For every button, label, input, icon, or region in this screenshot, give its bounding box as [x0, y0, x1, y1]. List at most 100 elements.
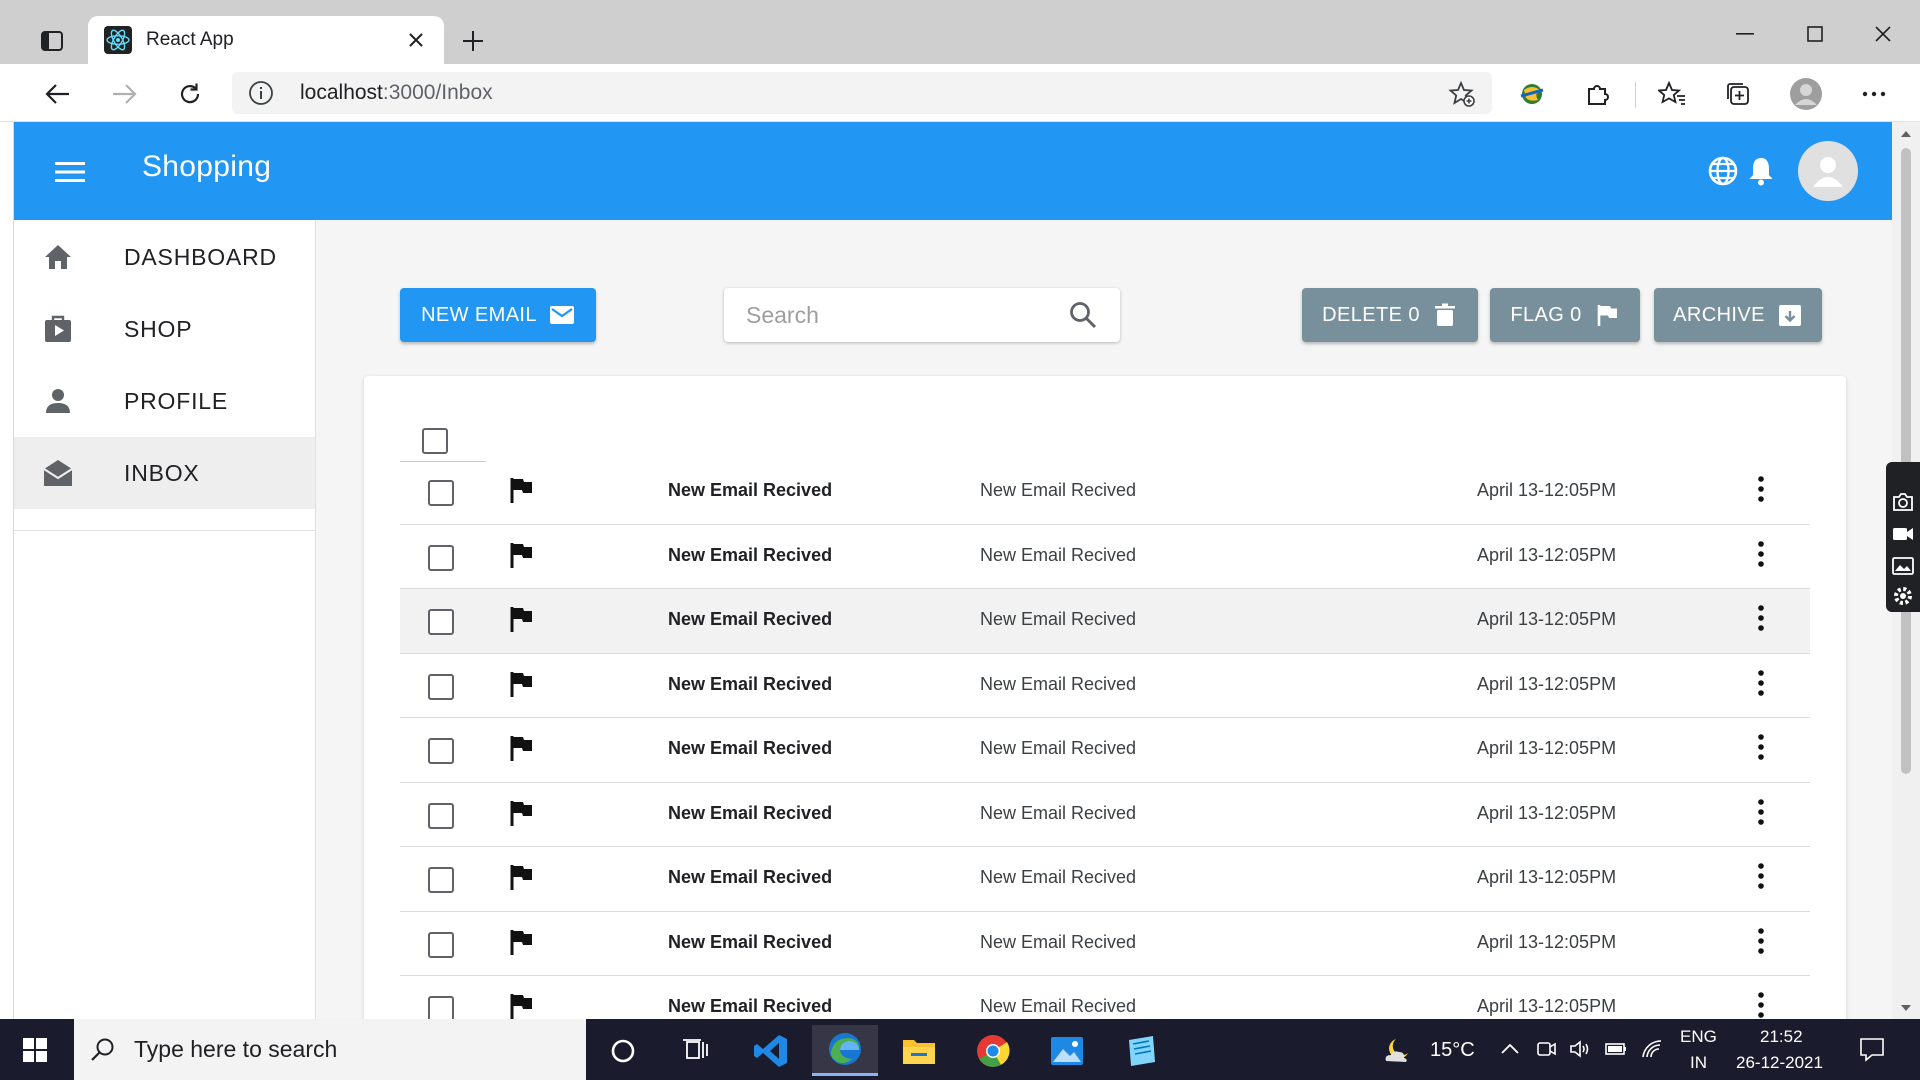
row-checkbox[interactable]	[428, 673, 454, 700]
camera-icon[interactable]	[1891, 490, 1915, 514]
meet-now-icon[interactable]	[1534, 1037, 1558, 1061]
task-view-icon[interactable]	[664, 1025, 730, 1076]
refresh-icon[interactable]	[170, 74, 210, 114]
flag-icon[interactable]	[508, 605, 536, 633]
email-row[interactable]: New Email Recived New Email Recived Apri…	[400, 783, 1810, 847]
row-checkbox[interactable]	[428, 738, 454, 764]
language-text[interactable]: ENG	[1680, 1027, 1717, 1047]
flag-icon[interactable]	[508, 541, 536, 569]
chevron-up-icon[interactable]	[1498, 1037, 1522, 1061]
email-row[interactable]: New Email Recived New Email Recived Apri…	[400, 654, 1810, 718]
flag-icon[interactable]	[508, 992, 536, 1019]
profile-avatar-icon[interactable]	[1788, 76, 1824, 112]
archive-button[interactable]: ARCHIVE	[1654, 288, 1822, 342]
notifications-bell-icon[interactable]	[1744, 154, 1778, 188]
sidebar-item-dashboard[interactable]: DASHBOARD	[14, 221, 315, 293]
sidebar-item-shop[interactable]: SHOP	[14, 293, 315, 365]
scrollbar-thumb[interactable]	[1901, 148, 1911, 774]
video-camera-icon[interactable]	[1891, 522, 1915, 546]
battery-icon[interactable]	[1604, 1037, 1628, 1061]
collections-icon[interactable]	[1720, 76, 1756, 112]
close-window-icon[interactable]	[1850, 16, 1916, 52]
more-vert-icon[interactable]	[1746, 861, 1776, 891]
taskbar-search-box[interactable]: Type here to search	[74, 1019, 586, 1080]
row-checkbox[interactable]	[428, 931, 454, 958]
favorites-icon[interactable]	[1654, 76, 1690, 112]
minimize-icon[interactable]	[1712, 16, 1778, 52]
row-checkbox[interactable]	[428, 996, 454, 1019]
new-email-button[interactable]: NEW EMAIL	[400, 288, 596, 342]
clock-date[interactable]: 26-12-2021	[1736, 1053, 1823, 1073]
cortana-icon[interactable]	[590, 1025, 656, 1076]
extensions-puzzle-icon[interactable]	[1580, 76, 1616, 112]
browser-tab-active[interactable]: React App	[88, 16, 444, 64]
clock-time[interactable]: 21:52	[1760, 1027, 1803, 1047]
close-tab-icon[interactable]	[404, 28, 428, 52]
row-checkbox[interactable]	[428, 544, 454, 571]
row-checkbox[interactable]	[428, 867, 454, 893]
back-arrow-icon[interactable]	[38, 74, 78, 114]
search-box[interactable]	[724, 288, 1120, 342]
address-bar[interactable]: localhost:3000/Inbox	[232, 72, 1492, 114]
chrome-icon[interactable]	[960, 1025, 1026, 1076]
more-vert-icon[interactable]	[1746, 539, 1776, 569]
email-row[interactable]: New Email Recived New Email Recived Apri…	[400, 847, 1810, 912]
search-icon[interactable]	[1068, 300, 1098, 330]
site-info-icon[interactable]	[248, 80, 274, 106]
email-row[interactable]: New Email Recived New Email Recived Apri…	[400, 460, 1810, 525]
flag-icon[interactable]	[508, 928, 536, 956]
file-explorer-icon[interactable]	[886, 1025, 952, 1076]
more-vert-icon[interactable]	[1746, 926, 1776, 956]
notepad-app-icon[interactable]	[1108, 1025, 1174, 1076]
volume-icon[interactable]	[1568, 1037, 1592, 1061]
edge-browser-icon[interactable]	[812, 1025, 878, 1076]
row-checkbox[interactable]	[428, 480, 454, 506]
photos-app-icon[interactable]	[1034, 1025, 1100, 1076]
vscode-icon[interactable]	[738, 1025, 804, 1076]
flag-icon[interactable]	[508, 799, 536, 827]
email-row[interactable]: New Email Recived New Email Recived Apri…	[400, 525, 1810, 589]
flag-icon[interactable]	[508, 476, 536, 504]
more-vert-icon[interactable]	[1746, 797, 1776, 827]
sidebar-item-inbox[interactable]: INBOX	[14, 437, 315, 509]
more-vert-icon[interactable]	[1746, 990, 1776, 1019]
more-options-icon[interactable]	[1856, 76, 1892, 112]
delete-button[interactable]: DELETE 0	[1302, 288, 1478, 342]
flag-icon[interactable]	[508, 734, 536, 762]
select-all-checkbox[interactable]	[422, 428, 448, 454]
email-row[interactable]: New Email Recived New Email Recived Apri…	[400, 589, 1810, 654]
search-input[interactable]	[746, 301, 1068, 329]
region-text[interactable]: IN	[1690, 1053, 1707, 1073]
scroll-up-arrow-icon[interactable]	[1898, 126, 1914, 142]
row-checkbox[interactable]	[428, 609, 454, 635]
more-vert-icon[interactable]	[1746, 603, 1776, 633]
more-vert-icon[interactable]	[1746, 668, 1776, 698]
email-row[interactable]: New Email Recived New Email Recived Apri…	[400, 718, 1810, 783]
settings-gear-icon[interactable]	[1891, 584, 1915, 608]
windows-start-icon[interactable]	[0, 1019, 70, 1080]
scroll-down-arrow-icon[interactable]	[1898, 1000, 1914, 1016]
maximize-icon[interactable]	[1782, 16, 1848, 52]
gallery-icon[interactable]	[1891, 554, 1915, 578]
language-globe-icon[interactable]	[1706, 154, 1740, 188]
tab-actions-icon[interactable]	[28, 24, 76, 58]
hamburger-menu-icon[interactable]	[50, 152, 90, 192]
email-subject: New Email Recived	[668, 802, 833, 823]
flag-icon[interactable]	[508, 863, 536, 891]
flag-button[interactable]: FLAG 0	[1490, 288, 1640, 342]
more-vert-icon[interactable]	[1746, 732, 1776, 762]
notifications-icon[interactable]	[1858, 1035, 1886, 1063]
email-row[interactable]: New Email Recived New Email Recived Apri…	[400, 912, 1810, 976]
row-checkbox[interactable]	[428, 802, 454, 829]
wifi-icon[interactable]	[1640, 1037, 1664, 1061]
user-avatar[interactable]	[1798, 141, 1858, 201]
new-tab-icon[interactable]	[456, 24, 490, 58]
extension-globe-icon[interactable]	[1514, 76, 1550, 112]
flag-icon[interactable]	[508, 670, 536, 698]
email-row[interactable]: New Email Recived New Email Recived Apri…	[400, 976, 1810, 1019]
add-favorite-star-icon[interactable]	[1448, 80, 1476, 108]
forward-arrow-icon[interactable]	[104, 74, 144, 114]
more-vert-icon[interactable]	[1746, 474, 1776, 504]
weather-moon-icon[interactable]	[1380, 1035, 1416, 1065]
sidebar-item-profile[interactable]: PROFILE	[14, 365, 315, 437]
